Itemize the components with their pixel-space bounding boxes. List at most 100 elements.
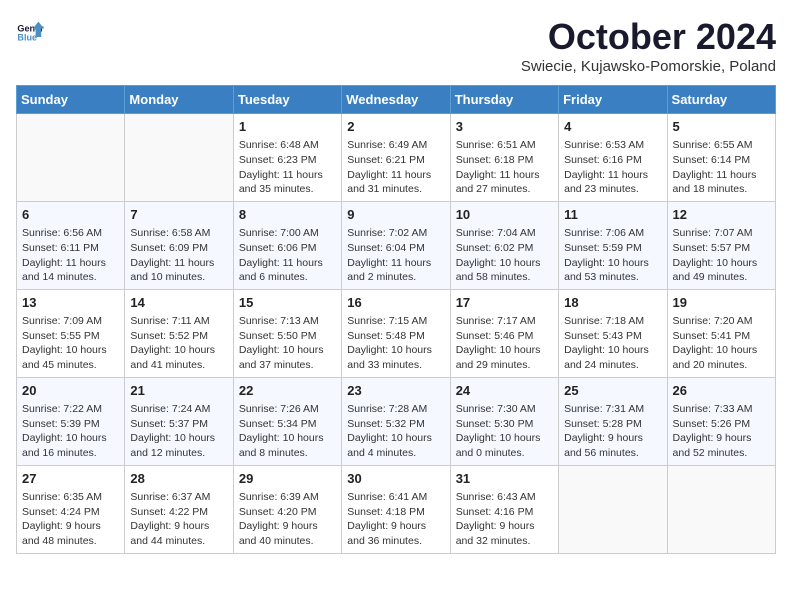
day-info: Sunrise: 6:53 AM Sunset: 6:16 PM Dayligh… xyxy=(564,138,661,197)
day-info: Sunrise: 7:04 AM Sunset: 6:02 PM Dayligh… xyxy=(456,226,553,285)
title-block: October 2024 Swiecie, Kujawsko-Pomorskie… xyxy=(521,16,776,75)
day-header-sunday: Sunday xyxy=(17,86,125,114)
day-info: Sunrise: 6:37 AM Sunset: 4:22 PM Dayligh… xyxy=(130,490,227,549)
calendar-cell: 8 Sunrise: 7:00 AM Sunset: 6:06 PM Daylig… xyxy=(233,201,341,289)
calendar-cell: 17Sunrise: 7:17 AM Sunset: 5:46 PM Dayli… xyxy=(450,289,558,377)
calendar-cell: 6 Sunrise: 6:56 AM Sunset: 6:11 PM Daylig… xyxy=(17,201,125,289)
calendar-cell: 31 Sunrise: 6:43 AM Sunset: 4:16 PM Dayli… xyxy=(450,465,558,553)
day-number: 13 xyxy=(22,294,119,312)
day-info: Sunrise: 6:48 AM Sunset: 6:23 PM Dayligh… xyxy=(239,138,336,197)
day-info: Sunrise: 7:22 AM Sunset: 5:39 PM Dayligh… xyxy=(22,402,119,461)
day-number: 1 xyxy=(239,118,336,136)
page-header: General Blue October 2024 Swiecie, Kujaw… xyxy=(16,16,776,75)
calendar-header-row: SundayMondayTuesdayWednesdayThursdayFrid… xyxy=(17,86,776,114)
calendar-cell: 20Sunrise: 7:22 AM Sunset: 5:39 PM Dayli… xyxy=(17,377,125,465)
day-number: 5 xyxy=(673,118,770,136)
calendar-cell: 23 Sunrise: 7:28 AM Sunset: 5:32 PM Dayli… xyxy=(342,377,450,465)
calendar-week-row: 13 Sunrise: 7:09 AM Sunset: 5:55 PM Dayli… xyxy=(17,289,776,377)
day-number: 18 xyxy=(564,294,661,312)
calendar-cell xyxy=(667,465,775,553)
day-info: Sunrise: 7:15 AM Sunset: 5:48 PM Dayligh… xyxy=(347,314,444,373)
day-info: Sunrise: 6:39 AM Sunset: 4:20 PM Dayligh… xyxy=(239,490,336,549)
day-number: 3 xyxy=(456,118,553,136)
day-number: 19 xyxy=(673,294,770,312)
day-number: 15 xyxy=(239,294,336,312)
day-info: Sunrise: 6:58 AM Sunset: 6:09 PM Dayligh… xyxy=(130,226,227,285)
calendar-cell: 19Sunrise: 7:20 AM Sunset: 5:41 PM Dayli… xyxy=(667,289,775,377)
day-info: Sunrise: 6:56 AM Sunset: 6:11 PM Dayligh… xyxy=(22,226,119,285)
location: Swiecie, Kujawsko-Pomorskie, Poland xyxy=(521,58,776,75)
calendar-cell: 21 Sunrise: 7:24 AM Sunset: 5:37 PM Dayli… xyxy=(125,377,233,465)
calendar-table: SundayMondayTuesdayWednesdayThursdayFrid… xyxy=(16,85,776,554)
day-number: 31 xyxy=(456,470,553,488)
day-info: Sunrise: 6:43 AM Sunset: 4:16 PM Dayligh… xyxy=(456,490,553,549)
day-number: 8 xyxy=(239,206,336,224)
calendar-cell: 18 Sunrise: 7:18 AM Sunset: 5:43 PM Dayli… xyxy=(559,289,667,377)
day-number: 26 xyxy=(673,382,770,400)
day-number: 23 xyxy=(347,382,444,400)
calendar-cell: 2Sunrise: 6:49 AM Sunset: 6:21 PM Daylig… xyxy=(342,114,450,202)
day-number: 9 xyxy=(347,206,444,224)
day-info: Sunrise: 7:24 AM Sunset: 5:37 PM Dayligh… xyxy=(130,402,227,461)
calendar-cell: 22 Sunrise: 7:26 AM Sunset: 5:34 PM Dayli… xyxy=(233,377,341,465)
calendar-cell: 15 Sunrise: 7:13 AM Sunset: 5:50 PM Dayli… xyxy=(233,289,341,377)
day-info: Sunrise: 6:51 AM Sunset: 6:18 PM Dayligh… xyxy=(456,138,553,197)
calendar-cell: 10Sunrise: 7:04 AM Sunset: 6:02 PM Dayli… xyxy=(450,201,558,289)
day-info: Sunrise: 6:55 AM Sunset: 6:14 PM Dayligh… xyxy=(673,138,770,197)
day-info: Sunrise: 7:18 AM Sunset: 5:43 PM Dayligh… xyxy=(564,314,661,373)
calendar-cell: 29 Sunrise: 6:39 AM Sunset: 4:20 PM Dayli… xyxy=(233,465,341,553)
day-info: Sunrise: 6:35 AM Sunset: 4:24 PM Dayligh… xyxy=(22,490,119,549)
day-header-thursday: Thursday xyxy=(450,86,558,114)
day-header-friday: Friday xyxy=(559,86,667,114)
day-info: Sunrise: 7:31 AM Sunset: 5:28 PM Dayligh… xyxy=(564,402,661,461)
day-info: Sunrise: 7:07 AM Sunset: 5:57 PM Dayligh… xyxy=(673,226,770,285)
calendar-cell: 4Sunrise: 6:53 AM Sunset: 6:16 PM Daylig… xyxy=(559,114,667,202)
svg-text:Blue: Blue xyxy=(17,33,37,43)
day-number: 7 xyxy=(130,206,227,224)
day-number: 6 xyxy=(22,206,119,224)
day-info: Sunrise: 7:13 AM Sunset: 5:50 PM Dayligh… xyxy=(239,314,336,373)
month-title: October 2024 xyxy=(521,16,776,58)
day-number: 16 xyxy=(347,294,444,312)
day-number: 29 xyxy=(239,470,336,488)
day-info: Sunrise: 7:28 AM Sunset: 5:32 PM Dayligh… xyxy=(347,402,444,461)
day-number: 12 xyxy=(673,206,770,224)
day-number: 28 xyxy=(130,470,227,488)
day-info: Sunrise: 7:06 AM Sunset: 5:59 PM Dayligh… xyxy=(564,226,661,285)
day-number: 17 xyxy=(456,294,553,312)
logo: General Blue xyxy=(16,16,44,44)
calendar-cell: 5 Sunrise: 6:55 AM Sunset: 6:14 PM Daylig… xyxy=(667,114,775,202)
day-number: 25 xyxy=(564,382,661,400)
day-number: 22 xyxy=(239,382,336,400)
day-info: Sunrise: 6:41 AM Sunset: 4:18 PM Dayligh… xyxy=(347,490,444,549)
day-number: 11 xyxy=(564,206,661,224)
day-number: 14 xyxy=(130,294,227,312)
calendar-cell xyxy=(125,114,233,202)
day-header-monday: Monday xyxy=(125,86,233,114)
day-info: Sunrise: 7:26 AM Sunset: 5:34 PM Dayligh… xyxy=(239,402,336,461)
calendar-week-row: 20Sunrise: 7:22 AM Sunset: 5:39 PM Dayli… xyxy=(17,377,776,465)
logo-icon: General Blue xyxy=(16,16,44,44)
calendar-cell: 27Sunrise: 6:35 AM Sunset: 4:24 PM Dayli… xyxy=(17,465,125,553)
calendar-cell: 12 Sunrise: 7:07 AM Sunset: 5:57 PM Dayli… xyxy=(667,201,775,289)
day-number: 21 xyxy=(130,382,227,400)
calendar-week-row: 6 Sunrise: 6:56 AM Sunset: 6:11 PM Daylig… xyxy=(17,201,776,289)
calendar-cell: 3 Sunrise: 6:51 AM Sunset: 6:18 PM Daylig… xyxy=(450,114,558,202)
calendar-cell: 16 Sunrise: 7:15 AM Sunset: 5:48 PM Dayli… xyxy=(342,289,450,377)
calendar-week-row: 1 Sunrise: 6:48 AM Sunset: 6:23 PM Daylig… xyxy=(17,114,776,202)
calendar-cell: 14Sunrise: 7:11 AM Sunset: 5:52 PM Dayli… xyxy=(125,289,233,377)
day-info: Sunrise: 7:09 AM Sunset: 5:55 PM Dayligh… xyxy=(22,314,119,373)
calendar-cell: 26Sunrise: 7:33 AM Sunset: 5:26 PM Dayli… xyxy=(667,377,775,465)
calendar-week-row: 27Sunrise: 6:35 AM Sunset: 4:24 PM Dayli… xyxy=(17,465,776,553)
day-number: 2 xyxy=(347,118,444,136)
day-info: Sunrise: 7:02 AM Sunset: 6:04 PM Dayligh… xyxy=(347,226,444,285)
day-info: Sunrise: 7:00 AM Sunset: 6:06 PM Dayligh… xyxy=(239,226,336,285)
day-number: 24 xyxy=(456,382,553,400)
calendar-cell: 9 Sunrise: 7:02 AM Sunset: 6:04 PM Daylig… xyxy=(342,201,450,289)
day-info: Sunrise: 7:30 AM Sunset: 5:30 PM Dayligh… xyxy=(456,402,553,461)
calendar-cell: 28 Sunrise: 6:37 AM Sunset: 4:22 PM Dayli… xyxy=(125,465,233,553)
day-number: 30 xyxy=(347,470,444,488)
calendar-cell: 11 Sunrise: 7:06 AM Sunset: 5:59 PM Dayli… xyxy=(559,201,667,289)
day-header-saturday: Saturday xyxy=(667,86,775,114)
day-header-tuesday: Tuesday xyxy=(233,86,341,114)
